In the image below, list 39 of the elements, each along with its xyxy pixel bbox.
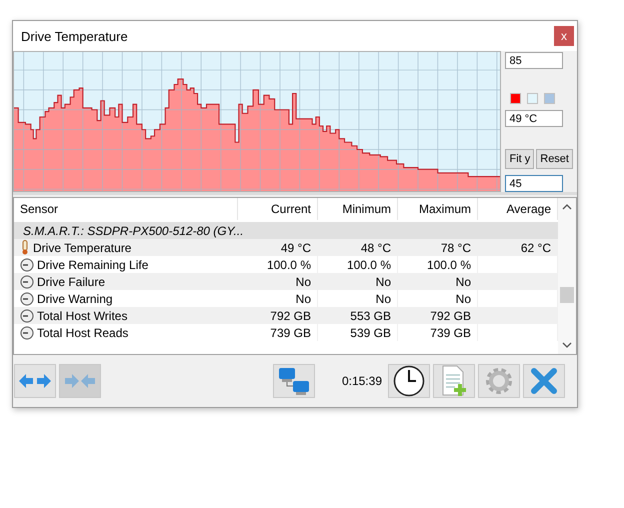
sensor-name: Drive Temperature	[33, 240, 132, 254]
clock-button[interactable]	[388, 364, 430, 398]
expand-button[interactable]	[14, 364, 56, 398]
expand-arrows-icon	[18, 373, 52, 389]
group-row[interactable]: S.M.A.R.T.: SSDPR-PX500-512-80 (GY...	[14, 222, 558, 239]
elapsed-time: 0:15:39	[342, 374, 382, 388]
network-monitors-icon	[276, 366, 311, 396]
group-label: S.M.A.R.T.: SSDPR-PX500-512-80 (GY...	[23, 224, 244, 238]
table-cell: 739 GB	[398, 324, 478, 341]
sensor-name: Drive Failure	[37, 274, 106, 288]
sensor-name: Total Host Writes	[37, 308, 128, 322]
table-cell: 539 GB	[318, 324, 398, 341]
sensor-name: Total Host Reads	[37, 326, 128, 340]
settings-button[interactable]	[478, 364, 520, 398]
gear-icon	[484, 366, 514, 396]
collapse-arrows-icon	[63, 373, 97, 389]
table-cell: 739 GB	[238, 324, 318, 341]
close-button[interactable]: x	[554, 26, 574, 46]
column-header[interactable]: Sensor	[14, 198, 238, 220]
column-header[interactable]: Maximum	[398, 198, 478, 220]
max-value-field[interactable]: 85	[505, 52, 564, 69]
color-swatch[interactable]	[510, 93, 522, 104]
sensor-name: Drive Remaining Life	[37, 258, 148, 272]
color-swatch[interactable]	[544, 93, 556, 104]
close-button[interactable]	[523, 364, 565, 398]
thermometer-icon	[20, 240, 30, 255]
column-header[interactable]: Minimum	[318, 198, 398, 220]
current-value-field[interactable]: 49 °C	[505, 110, 564, 127]
network-button[interactable]	[272, 364, 315, 398]
vertical-scrollbar[interactable]	[558, 198, 576, 354]
close-icon	[530, 367, 558, 395]
fit-button[interactable]: Fit y	[505, 149, 534, 169]
min-value-field[interactable]: 45	[505, 175, 564, 192]
column-header[interactable]: Current	[238, 198, 318, 220]
sensor-name: Drive Warning	[37, 292, 113, 306]
clock-icon	[393, 365, 425, 397]
window-title: Drive Temperature	[21, 28, 128, 44]
reset-button[interactable]: Reset	[536, 149, 573, 169]
color-swatch[interactable]	[527, 93, 538, 104]
